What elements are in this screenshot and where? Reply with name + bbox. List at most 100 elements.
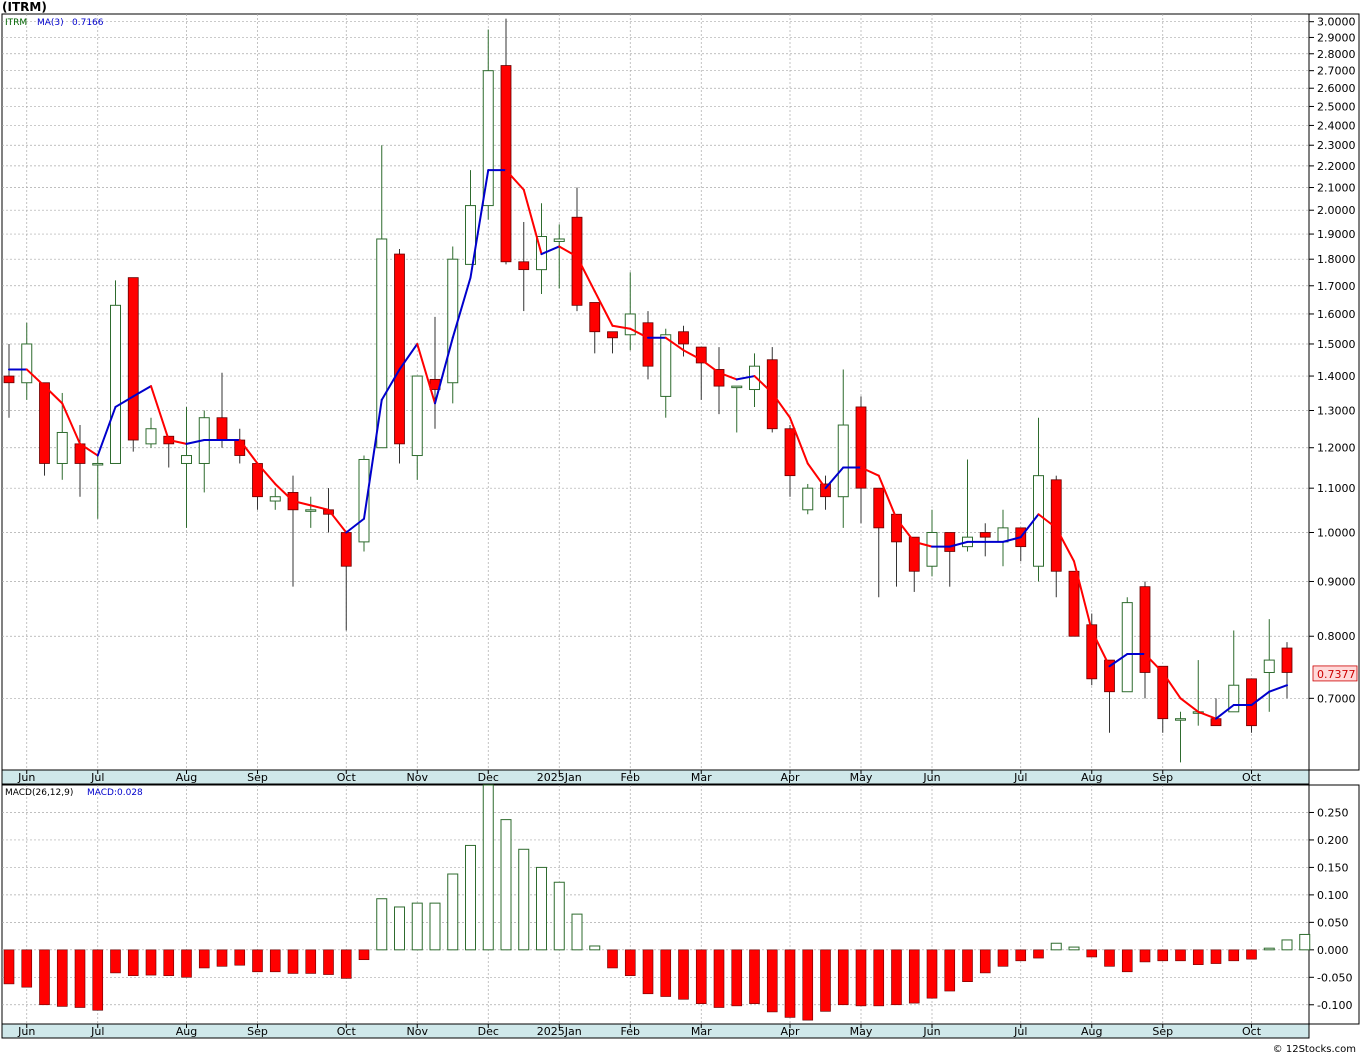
- macd-bar-negative: [1210, 949, 1222, 964]
- macd-bar-positive: [482, 784, 494, 951]
- macd-month-label: Feb: [621, 1025, 640, 1038]
- stock-chart: 3.0000 2.9000 2.8000 2.7000 2.6000 2.5000 2.40…: [1, 13, 1360, 1039]
- macd-bar-negative: [713, 949, 725, 1008]
- price-month-label: Mar: [691, 771, 712, 784]
- macd-bar-positive: [465, 844, 476, 951]
- macd-bar-negative: [979, 949, 991, 974]
- macd-tick-label: 0.000: [1317, 944, 1349, 957]
- macd-bar-negative: [873, 949, 885, 1007]
- candle-body-up: [411, 375, 423, 457]
- candle-body-up: [1175, 718, 1186, 721]
- macd-bar-negative: [962, 949, 973, 982]
- price-tick-label: 2.6000: [1317, 82, 1356, 95]
- macd-bar-negative: [944, 949, 956, 992]
- candle-body-up: [21, 343, 33, 384]
- macd-tick-label: 0.050: [1317, 916, 1349, 929]
- macd-month-label: Sep: [1152, 1025, 1173, 1038]
- macd-bar-negative: [1086, 949, 1098, 958]
- candle-body-up: [181, 455, 192, 464]
- candle-body-down: [873, 487, 885, 529]
- candle-body-up: [926, 531, 938, 567]
- macd-month-label: Oct: [1242, 1025, 1262, 1038]
- macd-month-label: Apr: [780, 1025, 800, 1038]
- macd-month-axis: [1, 1023, 1310, 1039]
- candle-body-up: [110, 304, 121, 464]
- macd-bar-negative: [110, 949, 121, 974]
- macd-month-label: Jun: [17, 1025, 35, 1038]
- price-plot-frame: [1, 13, 1310, 771]
- macd-bar-negative: [305, 949, 317, 974]
- candle-body-up: [660, 334, 672, 397]
- macd-bar-negative: [127, 949, 139, 976]
- macd-bar-negative: [855, 949, 867, 1007]
- macd-bar-negative: [624, 949, 636, 976]
- candle-body-down: [1281, 647, 1293, 673]
- candle-body-up: [145, 428, 157, 445]
- macd-bar-negative: [216, 949, 228, 967]
- macd-bar-negative: [695, 949, 707, 1004]
- macd-bar-negative: [198, 949, 210, 969]
- macd-bar-positive: [571, 913, 583, 951]
- macd-bar-positive: [1299, 933, 1311, 951]
- price-month-label: Aug: [1081, 771, 1102, 784]
- macd-tick-label: -0.100: [1317, 999, 1352, 1012]
- macd-tick-label: 0.150: [1317, 861, 1349, 874]
- macd-bar-negative: [92, 949, 104, 1011]
- macd-bar-negative: [39, 949, 50, 1006]
- candle-body-down: [394, 253, 405, 445]
- candle-body-down: [1210, 718, 1222, 727]
- price-tick-label: 2.2000: [1317, 160, 1356, 173]
- macd-bar-negative: [1175, 949, 1186, 962]
- macd-bar-negative: [3, 949, 15, 985]
- macd-bar-negative: [21, 949, 33, 988]
- price-month-label: Nov: [407, 771, 429, 784]
- last-price-label: 0.7377: [1317, 668, 1356, 681]
- macd-month-label: Jun: [922, 1025, 940, 1038]
- candle-body-up: [269, 496, 281, 502]
- macd-bar-negative: [323, 949, 334, 975]
- macd-bar-negative: [163, 949, 175, 976]
- macd-bar-negative: [340, 949, 352, 979]
- candle-body-down: [979, 532, 991, 538]
- price-tick-label: 1.0000: [1317, 526, 1356, 539]
- macd-bar-positive: [1050, 942, 1062, 951]
- macd-bar-negative: [908, 949, 920, 1004]
- site-credit: © 12Stocks.com: [1272, 1044, 1356, 1055]
- price-month-label: Jun: [922, 771, 940, 784]
- candle-body-down: [589, 302, 601, 333]
- macd-month-label: Nov: [407, 1025, 429, 1038]
- macd-bar-negative: [997, 949, 1009, 967]
- macd-legend-indicator: MACD(26,12,9): [5, 788, 73, 798]
- candle-body-up: [1033, 475, 1044, 567]
- macd-bar-negative: [766, 949, 778, 1013]
- macd-bar-positive: [376, 898, 388, 951]
- macd-bar-negative: [607, 949, 618, 969]
- macd-bar-positive: [500, 819, 512, 951]
- price-legend-symbol: ITRM: [5, 18, 27, 28]
- price-tick-label: 3.0000: [1317, 16, 1356, 29]
- macd-bar-positive: [447, 873, 459, 951]
- price-panel: 3.0000 2.9000 2.8000 2.7000 2.6000 2.5000 2.40…: [1, 13, 1360, 785]
- candle-body-down: [216, 417, 228, 441]
- macd-bar-negative: [74, 949, 86, 1008]
- macd-bar-negative: [1033, 949, 1044, 959]
- candle-body-down: [784, 428, 796, 477]
- price-tick-label: 1.9000: [1317, 228, 1356, 241]
- price-tick-label: 2.3000: [1317, 139, 1356, 152]
- macd-tick-label: 0.100: [1317, 889, 1349, 902]
- price-month-label: Aug: [176, 771, 197, 784]
- macd-bar-negative: [642, 949, 654, 995]
- price-tick-label: 1.6000: [1317, 308, 1356, 321]
- macd-bar-positive: [429, 902, 441, 951]
- price-month-label: Jul: [90, 771, 104, 784]
- price-tick-label: 2.0000: [1317, 204, 1356, 217]
- candle-body-down: [1086, 624, 1098, 680]
- macd-tick-label: 0.250: [1317, 806, 1349, 819]
- macd-bar-positive: [553, 881, 565, 951]
- macd-bar-negative: [234, 949, 246, 966]
- price-tick-label: 0.8000: [1317, 630, 1356, 643]
- macd-month-label: Sep: [247, 1025, 268, 1038]
- candle-body-up: [749, 365, 760, 391]
- price-month-axis: [1, 769, 1310, 785]
- candle-body-up: [92, 462, 104, 466]
